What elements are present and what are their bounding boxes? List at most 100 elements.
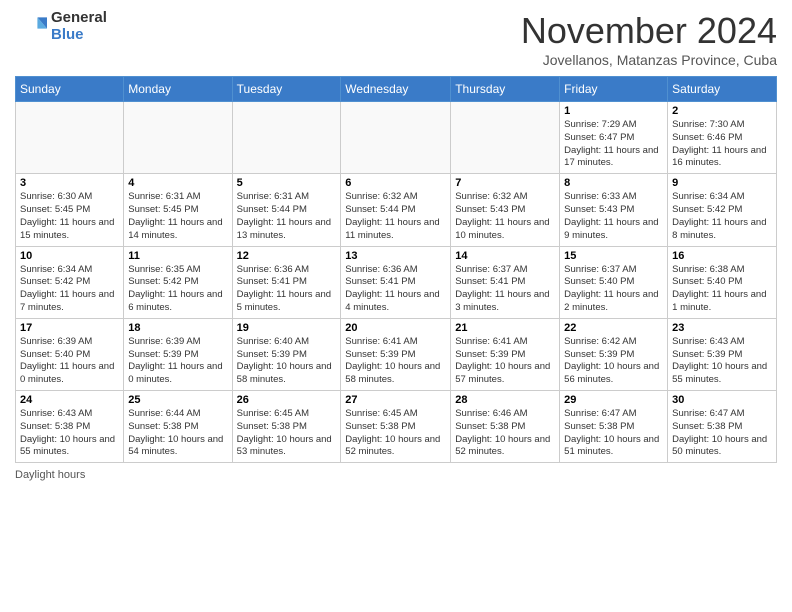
calendar-cell: 5Sunrise: 6:31 AMSunset: 5:44 PMDaylight…: [232, 174, 341, 246]
calendar-cell: 13 Sunrise: 6:36 AMSunset: 5:41 PMDayligh…: [341, 246, 451, 318]
day-info: Sunrise: 6:41 AMSunset: 5:39 PMDaylight:…: [455, 336, 555, 387]
footer: Daylight hours: [15, 469, 777, 481]
weekday-header-friday: Friday: [560, 77, 668, 102]
location: Jovellanos, Matanzas Province, Cuba: [521, 52, 777, 68]
day-info: Sunrise: 6:39 AMSunset: 5:40 PMDaylight:…: [20, 336, 119, 387]
day-number: 14: [455, 250, 555, 262]
calendar-cell: [124, 102, 232, 174]
weekday-header-row: SundayMondayTuesdayWednesdayThursdayFrid…: [16, 77, 777, 102]
calendar-cell: 8Sunrise: 6:33 AMSunset: 5:43 PMDaylight…: [560, 174, 668, 246]
day-number: 2: [672, 105, 772, 117]
logo: General Blue: [15, 10, 107, 43]
calendar-cell: [341, 102, 451, 174]
day-number: 20: [345, 322, 446, 334]
day-info: Sunrise: 6:44 AMSunset: 5:38 PMDaylight:…: [128, 408, 227, 459]
logo-text: General Blue: [51, 10, 107, 43]
calendar: SundayMondayTuesdayWednesdayThursdayFrid…: [15, 76, 777, 463]
day-info: Sunrise: 6:47 AMSunset: 5:38 PMDaylight:…: [564, 408, 663, 459]
calendar-week-2: 10Sunrise: 6:34 AMSunset: 5:42 PMDayligh…: [16, 246, 777, 318]
calendar-cell: 21 Sunrise: 6:41 AMSunset: 5:39 PMDayligh…: [451, 318, 560, 390]
day-info: Sunrise: 6:36 AMSunset: 5:41 PMDaylight:…: [237, 264, 337, 315]
day-info: Sunrise: 6:38 AMSunset: 5:40 PMDaylight:…: [672, 264, 772, 315]
calendar-cell: 23 Sunrise: 6:43 AMSunset: 5:39 PMDayligh…: [668, 318, 777, 390]
calendar-cell: 4 Sunrise: 6:31 AMSunset: 5:45 PMDaylight…: [124, 174, 232, 246]
day-number: 7: [455, 177, 555, 189]
day-info: Sunrise: 7:29 AMSunset: 6:47 PMDaylight:…: [564, 119, 663, 170]
day-number: 9: [672, 177, 772, 189]
calendar-cell: 6Sunrise: 6:32 AMSunset: 5:44 PMDaylight…: [341, 174, 451, 246]
day-info: Sunrise: 6:43 AMSunset: 5:38 PMDaylight:…: [20, 408, 119, 459]
day-number: 22: [564, 322, 663, 334]
day-number: 3: [20, 177, 119, 189]
day-info: Sunrise: 6:32 AMSunset: 5:44 PMDaylight:…: [345, 191, 446, 242]
day-number: 17: [20, 322, 119, 334]
day-number: 29: [564, 394, 663, 406]
calendar-week-1: 3 Sunrise: 6:30 AMSunset: 5:45 PMDaylight…: [16, 174, 777, 246]
day-info: Sunrise: 6:32 AMSunset: 5:43 PMDaylight:…: [455, 191, 555, 242]
month-title: November 2024: [521, 10, 777, 52]
day-info: Sunrise: 6:35 AMSunset: 5:42 PMDaylight:…: [128, 264, 227, 315]
logo-icon: [15, 11, 47, 43]
calendar-cell: 25Sunrise: 6:44 AMSunset: 5:38 PMDayligh…: [124, 391, 232, 463]
day-number: 24: [20, 394, 119, 406]
calendar-cell: 3 Sunrise: 6:30 AMSunset: 5:45 PMDaylight…: [16, 174, 124, 246]
calendar-cell: [451, 102, 560, 174]
weekday-header-monday: Monday: [124, 77, 232, 102]
day-info: Sunrise: 6:43 AMSunset: 5:39 PMDaylight:…: [672, 336, 772, 387]
calendar-cell: 22 Sunrise: 6:42 AMSunset: 5:39 PMDayligh…: [560, 318, 668, 390]
calendar-week-3: 17 Sunrise: 6:39 AMSunset: 5:40 PMDayligh…: [16, 318, 777, 390]
daylight-label: Daylight hours: [15, 469, 85, 481]
day-info: Sunrise: 6:42 AMSunset: 5:39 PMDaylight:…: [564, 336, 663, 387]
weekday-header-saturday: Saturday: [668, 77, 777, 102]
day-number: 4: [128, 177, 227, 189]
day-info: Sunrise: 6:30 AMSunset: 5:45 PMDaylight:…: [20, 191, 119, 242]
day-info: Sunrise: 6:34 AMSunset: 5:42 PMDaylight:…: [672, 191, 772, 242]
day-number: 13: [345, 250, 446, 262]
calendar-cell: 7 Sunrise: 6:32 AMSunset: 5:43 PMDaylight…: [451, 174, 560, 246]
calendar-cell: 9 Sunrise: 6:34 AMSunset: 5:42 PMDaylight…: [668, 174, 777, 246]
weekday-header-thursday: Thursday: [451, 77, 560, 102]
calendar-cell: 29 Sunrise: 6:47 AMSunset: 5:38 PMDayligh…: [560, 391, 668, 463]
weekday-header-tuesday: Tuesday: [232, 77, 341, 102]
page: General Blue November 2024 Jovellanos, M…: [0, 0, 792, 491]
day-number: 18: [128, 322, 227, 334]
logo-general-text: General: [51, 10, 107, 27]
day-info: Sunrise: 6:37 AMSunset: 5:40 PMDaylight:…: [564, 264, 663, 315]
calendar-cell: 11 Sunrise: 6:35 AMSunset: 5:42 PMDayligh…: [124, 246, 232, 318]
day-number: 8: [564, 177, 663, 189]
day-info: Sunrise: 6:31 AMSunset: 5:45 PMDaylight:…: [128, 191, 227, 242]
day-number: 21: [455, 322, 555, 334]
day-info: Sunrise: 6:39 AMSunset: 5:39 PMDaylight:…: [128, 336, 227, 387]
day-number: 23: [672, 322, 772, 334]
day-info: Sunrise: 6:46 AMSunset: 5:38 PMDaylight:…: [455, 408, 555, 459]
calendar-cell: 24 Sunrise: 6:43 AMSunset: 5:38 PMDayligh…: [16, 391, 124, 463]
calendar-cell: 15 Sunrise: 6:37 AMSunset: 5:40 PMDayligh…: [560, 246, 668, 318]
calendar-cell: [16, 102, 124, 174]
day-number: 11: [128, 250, 227, 262]
day-number: 12: [237, 250, 337, 262]
day-number: 19: [237, 322, 337, 334]
calendar-cell: 28 Sunrise: 6:46 AMSunset: 5:38 PMDayligh…: [451, 391, 560, 463]
calendar-cell: 20 Sunrise: 6:41 AMSunset: 5:39 PMDayligh…: [341, 318, 451, 390]
weekday-header-wednesday: Wednesday: [341, 77, 451, 102]
day-info: Sunrise: 6:47 AMSunset: 5:38 PMDaylight:…: [672, 408, 772, 459]
calendar-cell: 19Sunrise: 6:40 AMSunset: 5:39 PMDayligh…: [232, 318, 341, 390]
day-number: 15: [564, 250, 663, 262]
calendar-cell: 1 Sunrise: 7:29 AMSunset: 6:47 PMDaylight…: [560, 102, 668, 174]
calendar-cell: 12 Sunrise: 6:36 AMSunset: 5:41 PMDayligh…: [232, 246, 341, 318]
calendar-cell: 16 Sunrise: 6:38 AMSunset: 5:40 PMDayligh…: [668, 246, 777, 318]
day-info: Sunrise: 6:41 AMSunset: 5:39 PMDaylight:…: [345, 336, 446, 387]
day-number: 16: [672, 250, 772, 262]
day-info: Sunrise: 6:36 AMSunset: 5:41 PMDaylight:…: [345, 264, 446, 315]
calendar-cell: 30 Sunrise: 6:47 AMSunset: 5:38 PMDayligh…: [668, 391, 777, 463]
calendar-cell: 18 Sunrise: 6:39 AMSunset: 5:39 PMDayligh…: [124, 318, 232, 390]
calendar-cell: 26Sunrise: 6:45 AMSunset: 5:38 PMDayligh…: [232, 391, 341, 463]
calendar-cell: [232, 102, 341, 174]
day-number: 28: [455, 394, 555, 406]
calendar-cell: 27Sunrise: 6:45 AMSunset: 5:38 PMDayligh…: [341, 391, 451, 463]
day-number: 30: [672, 394, 772, 406]
day-number: 1: [564, 105, 663, 117]
day-info: Sunrise: 6:45 AMSunset: 5:38 PMDaylight:…: [345, 408, 446, 459]
day-number: 5: [237, 177, 337, 189]
title-block: November 2024 Jovellanos, Matanzas Provi…: [521, 10, 777, 68]
